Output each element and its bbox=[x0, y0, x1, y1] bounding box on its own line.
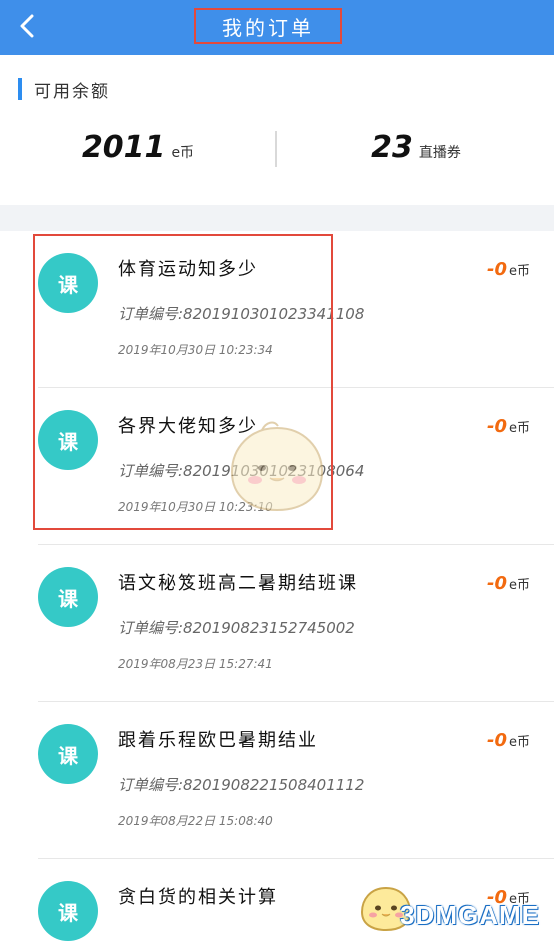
page-title: 我的订单 bbox=[222, 15, 314, 40]
order-number: 订单编号:820190823152745002 bbox=[118, 619, 355, 637]
course-badge: 课 bbox=[38, 881, 98, 941]
order-number: 订单编号:8201910301023341108 bbox=[118, 305, 365, 323]
page-title-highlight: 我的订单 bbox=[194, 8, 342, 44]
order-price: -0 e币 bbox=[487, 416, 530, 437]
order-title: 贪白货的相关计算 bbox=[118, 887, 278, 908]
coin-balance[interactable]: 2011 e币 bbox=[0, 130, 276, 174]
voucher-balance[interactable]: 23 直播券 bbox=[278, 130, 554, 174]
order-price: -0 e币 bbox=[487, 573, 530, 594]
voucher-balance-unit: 直播券 bbox=[418, 145, 461, 161]
order-time: 2019年10月30日 10:23:34 bbox=[118, 343, 273, 357]
price-value: -0 bbox=[487, 730, 507, 751]
section-divider bbox=[0, 205, 554, 231]
order-number: 订单编号:8201908221508401112 bbox=[118, 776, 365, 794]
course-badge: 课 bbox=[38, 410, 98, 470]
price-unit: e币 bbox=[509, 735, 530, 750]
coin-balance-unit: e币 bbox=[171, 145, 195, 161]
order-time: 2019年08月22日 15:08:40 bbox=[118, 814, 273, 828]
price-value: -0 bbox=[487, 259, 507, 280]
order-time: 2019年08月23日 15:27:41 bbox=[118, 657, 273, 671]
coin-balance-value: 2011 bbox=[81, 130, 166, 165]
price-unit: e币 bbox=[509, 264, 530, 279]
chevron-left-icon bbox=[20, 14, 34, 38]
course-badge: 课 bbox=[38, 724, 98, 784]
balance-label: 可用余额 bbox=[34, 81, 110, 102]
site-watermark: 3DMGAME bbox=[400, 900, 540, 930]
course-badge: 课 bbox=[38, 253, 98, 313]
back-button[interactable] bbox=[12, 11, 42, 41]
voucher-balance-value: 23 bbox=[371, 130, 413, 165]
accent-bar bbox=[18, 78, 22, 100]
mascot-watermark-icon bbox=[230, 421, 324, 512]
order-title: 体育运动知多少 bbox=[118, 259, 258, 280]
app-header: 我的订单 bbox=[0, 0, 554, 55]
stat-divider bbox=[275, 131, 277, 167]
price-unit: e币 bbox=[509, 421, 530, 436]
order-item[interactable]: 课 跟着乐程欧巴暑期结业 订单编号:8201908221508401112 20… bbox=[0, 702, 554, 859]
price-value: -0 bbox=[487, 573, 507, 594]
order-price: -0 e币 bbox=[487, 730, 530, 751]
order-price: -0 e币 bbox=[487, 259, 530, 280]
price-unit: e币 bbox=[509, 578, 530, 593]
order-title: 语文秘笈班高二暑期结班课 bbox=[118, 573, 358, 594]
course-badge: 课 bbox=[38, 567, 98, 627]
order-title: 跟着乐程欧巴暑期结业 bbox=[118, 730, 318, 751]
order-item[interactable]: 课 体育运动知多少 订单编号:8201910301023341108 2019年… bbox=[0, 231, 554, 388]
order-item[interactable]: 课 语文秘笈班高二暑期结班课 订单编号:820190823152745002 2… bbox=[0, 545, 554, 702]
balance-heading: 可用余额 bbox=[18, 78, 110, 102]
price-value: -0 bbox=[487, 416, 507, 437]
